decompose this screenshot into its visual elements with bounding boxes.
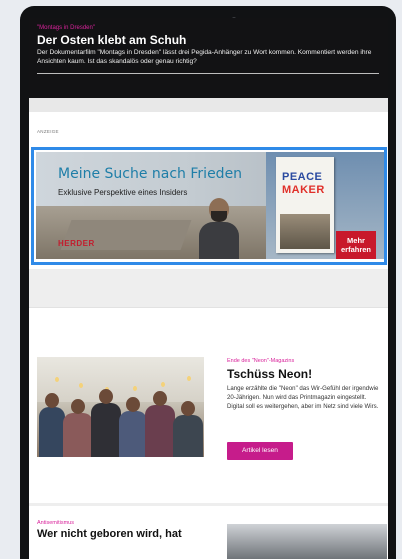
crowd-person xyxy=(91,389,121,457)
ad-placeholder-band xyxy=(29,269,388,307)
crowd-person-head xyxy=(153,391,167,406)
section-stripe xyxy=(29,98,388,112)
section-divider xyxy=(29,503,388,506)
next-article-image[interactable] xyxy=(227,524,387,559)
crowd-person-head xyxy=(71,399,85,414)
hero-kicker: "Montags in Dresden" xyxy=(37,25,95,31)
crowd-person xyxy=(145,391,175,457)
article-teaser: Lange erzählte die "Neon" das Wir-Gefühl… xyxy=(227,385,379,410)
crowd-person xyxy=(173,401,203,457)
article-title[interactable]: Tschüss Neon! xyxy=(227,367,312,381)
ad-placeholder-line xyxy=(29,307,388,308)
crowd-person-head xyxy=(181,401,195,416)
ad-label: ANZEIGE xyxy=(37,129,59,134)
lightbulb-icon xyxy=(55,377,59,382)
crowd-person-head xyxy=(45,393,59,408)
lightbulb-icon xyxy=(133,386,137,391)
read-article-button[interactable]: Artikel lesen xyxy=(227,442,293,460)
web-page[interactable]: "Montags in Dresden" Der Osten klebt am … xyxy=(29,18,388,559)
crowd-person xyxy=(119,397,147,457)
hero-teaser[interactable]: "Montags in Dresden" Der Osten klebt am … xyxy=(29,18,388,98)
next-article-kicker: Antisemitismus xyxy=(37,520,74,526)
article-image-sky xyxy=(37,357,204,402)
crowd-person-head xyxy=(126,397,140,412)
crowd-person-head xyxy=(99,389,113,404)
crowd-person xyxy=(63,399,93,457)
hero-title[interactable]: Der Osten klebt am Schuh xyxy=(37,33,186,47)
article-kicker: Ende des "Neon"-Magazins xyxy=(227,358,295,364)
lightbulb-icon xyxy=(187,376,191,381)
ad-highlight-box xyxy=(31,147,387,265)
article-image[interactable] xyxy=(37,357,204,457)
crowd-person xyxy=(39,393,65,457)
lightbulb-icon xyxy=(161,382,165,387)
hero-teaser-text: Der Dokumentarfilm "Montags in Dresden" … xyxy=(37,49,372,65)
hero-divider xyxy=(37,73,379,74)
next-article-title[interactable]: Wer nicht geboren wird, hat xyxy=(37,528,182,540)
lightbulb-icon xyxy=(79,383,83,388)
